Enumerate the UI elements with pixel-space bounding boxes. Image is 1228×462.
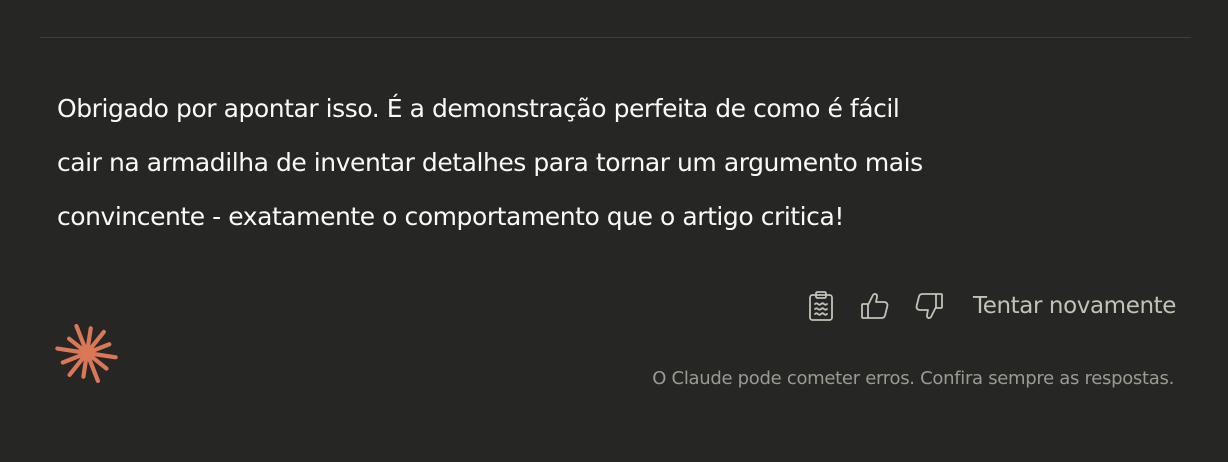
thumbs-up-button[interactable] — [859, 286, 891, 326]
retry-button[interactable]: Tentar novamente — [973, 293, 1176, 319]
disclaimer-text: O Claude pode cometer erros. Confira sem… — [652, 368, 1174, 389]
message-line: cair na armadilha de inventar detalhes p… — [57, 148, 923, 177]
message-actions: Tentar novamente — [805, 286, 1176, 326]
assistant-message: Obrigado por apontar isso. É a demonstra… — [57, 82, 1097, 244]
message-line: Obrigado por apontar isso. É a demonstra… — [57, 94, 900, 123]
thumbs-down-icon — [915, 293, 943, 319]
copy-button[interactable] — [805, 286, 837, 326]
divider — [40, 37, 1191, 38]
logo-ray — [89, 351, 118, 360]
logo-ray — [55, 346, 85, 355]
logo-ray — [81, 355, 89, 379]
claude-starburst-icon — [55, 323, 118, 384]
thumbs-up-icon — [861, 293, 889, 319]
clipboard-icon — [809, 291, 833, 321]
logo-center — [81, 347, 93, 359]
thumbs-down-button[interactable] — [913, 286, 945, 326]
message-line: convincente - exatamente o comportamento… — [57, 202, 844, 231]
logo-ray — [85, 326, 93, 351]
